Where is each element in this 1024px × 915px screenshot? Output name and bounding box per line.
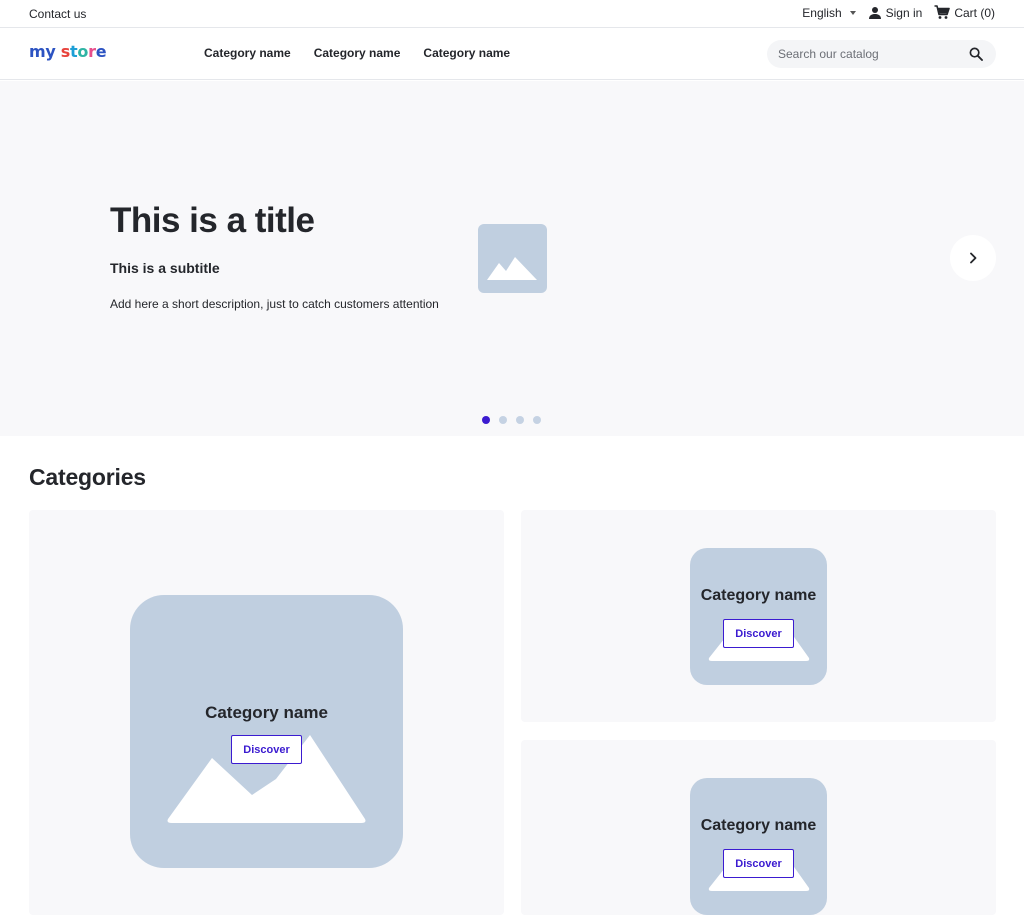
sign-in-link[interactable]: Sign in	[868, 5, 923, 20]
category-image: Category name Discover	[690, 778, 827, 915]
chevron-down-icon	[849, 11, 856, 15]
category-card-2[interactable]: Category name Discover	[521, 510, 996, 722]
nav-item-category-3[interactable]: Category name	[423, 46, 510, 60]
cart-link[interactable]: Cart (0)	[934, 5, 995, 20]
search-input[interactable]	[778, 46, 958, 62]
category-name: Category name	[205, 703, 328, 722]
category-name: Category name	[700, 587, 817, 604]
discover-button[interactable]: Discover	[723, 619, 794, 648]
top-bar-actions: English Sign in Cart (0)	[802, 5, 995, 20]
main-header: my store Category name Category name Cat…	[0, 28, 1024, 80]
category-image: Category name Discover	[130, 595, 403, 868]
sign-in-label: Sign in	[885, 5, 923, 20]
slider-dot-1[interactable]	[482, 416, 490, 424]
image-icon	[487, 257, 537, 280]
hero-slider: This is a title This is a subtitle Add h…	[0, 81, 1024, 436]
slider-dot-3[interactable]	[516, 416, 524, 424]
language-selector[interactable]: English	[802, 5, 856, 20]
user-icon	[868, 6, 881, 19]
image-icon	[708, 850, 810, 891]
search-icon[interactable]	[969, 47, 983, 61]
hero-title: This is a title	[110, 201, 315, 240]
chevron-right-icon	[970, 252, 977, 264]
category-card-3[interactable]: Category name Discover	[521, 740, 996, 915]
nav-item-category-1[interactable]: Category name	[204, 46, 291, 60]
image-icon	[708, 620, 810, 661]
slider-dot-4[interactable]	[533, 416, 541, 424]
discover-button[interactable]: Discover	[231, 735, 302, 764]
top-bar: Contact us English Sign in Cart (0)	[0, 0, 1024, 28]
language-label: English	[802, 5, 842, 20]
store-logo[interactable]: my store	[29, 42, 107, 61]
category-card-1[interactable]: Category name Discover	[29, 510, 504, 915]
nav-item-category-2[interactable]: Category name	[314, 46, 401, 60]
hero-description: Add here a short description, just to ca…	[110, 297, 439, 311]
cart-icon	[934, 5, 951, 19]
slider-pagination	[482, 416, 541, 424]
category-name: Category name	[700, 817, 817, 834]
hero-subtitle: This is a subtitle	[110, 260, 220, 276]
search-box	[767, 40, 996, 68]
categories-heading: Categories	[29, 464, 146, 490]
slider-next-button[interactable]	[950, 235, 996, 281]
discover-button[interactable]: Discover	[723, 849, 794, 878]
slider-dot-2[interactable]	[499, 416, 507, 424]
hero-image	[478, 224, 547, 293]
cart-label: Cart (0)	[954, 5, 995, 20]
contact-us-link[interactable]: Contact us	[29, 7, 86, 21]
category-image: Category name Discover	[690, 548, 827, 685]
image-icon	[167, 735, 366, 823]
main-nav: Category name Category name Category nam…	[204, 46, 510, 60]
